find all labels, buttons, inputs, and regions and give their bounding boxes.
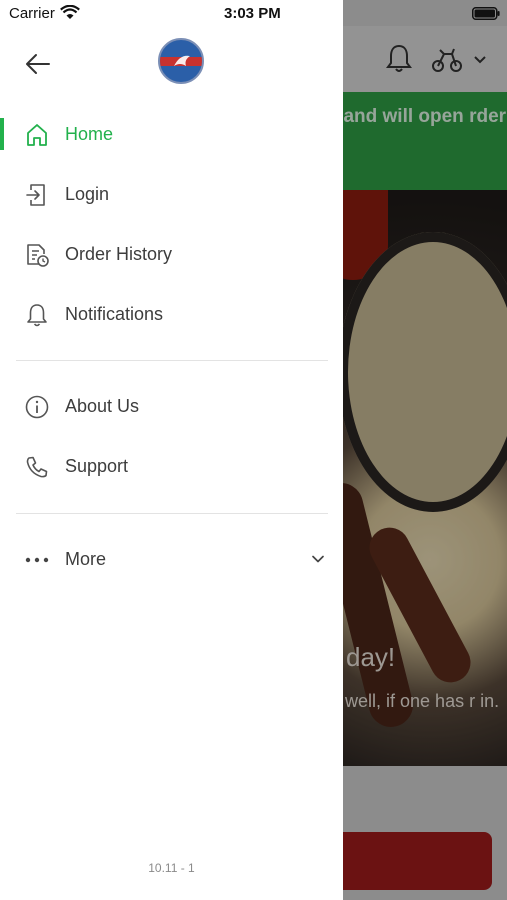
menu-item-home[interactable]: Home — [0, 110, 343, 160]
menu-item-order-history[interactable]: Order History — [0, 230, 343, 280]
menu-item-more[interactable]: More — [0, 535, 343, 585]
bell-icon — [27, 304, 47, 327]
arrow-left-icon[interactable] — [24, 50, 52, 78]
menu-item-login[interactable]: Login — [0, 170, 343, 220]
menu-item-notifications[interactable]: Notifications — [0, 290, 343, 340]
receipt-clock-icon — [27, 244, 49, 267]
logo-mark-icon — [174, 55, 190, 66]
menu-item-label: About Us — [65, 396, 140, 416]
home-icon — [27, 124, 47, 146]
menu-item-label: Home — [65, 124, 114, 144]
restaurant-logo — [158, 38, 204, 84]
battery-icon — [472, 7, 500, 20]
menu-item-about-us[interactable]: About Us — [0, 382, 343, 432]
carrier-label: Carrier — [9, 5, 55, 22]
menu-item-label: Support — [65, 456, 129, 476]
app-version: 10.11 - 1 — [148, 861, 195, 875]
menu-divider — [16, 360, 328, 361]
menu-item-label: Order History — [65, 244, 173, 264]
navigation-drawer: Home Login Order History Notifications A… — [0, 0, 343, 900]
phone-icon — [26, 456, 48, 478]
status-bar: Carrier 3:03 PM — [0, 0, 507, 26]
login-icon — [26, 184, 45, 206]
info-icon — [25, 395, 49, 419]
chevron-down-icon[interactable] — [310, 551, 326, 567]
menu-item-label: Login — [65, 184, 110, 204]
wifi-icon — [60, 5, 80, 19]
more-dots-icon — [25, 557, 49, 563]
menu-item-label: More — [65, 549, 107, 569]
menu-item-support[interactable]: Support — [0, 442, 343, 492]
menu-divider — [16, 513, 328, 514]
menu-item-label: Notifications — [65, 304, 164, 324]
clock-time: 3:03 PM — [224, 5, 281, 22]
